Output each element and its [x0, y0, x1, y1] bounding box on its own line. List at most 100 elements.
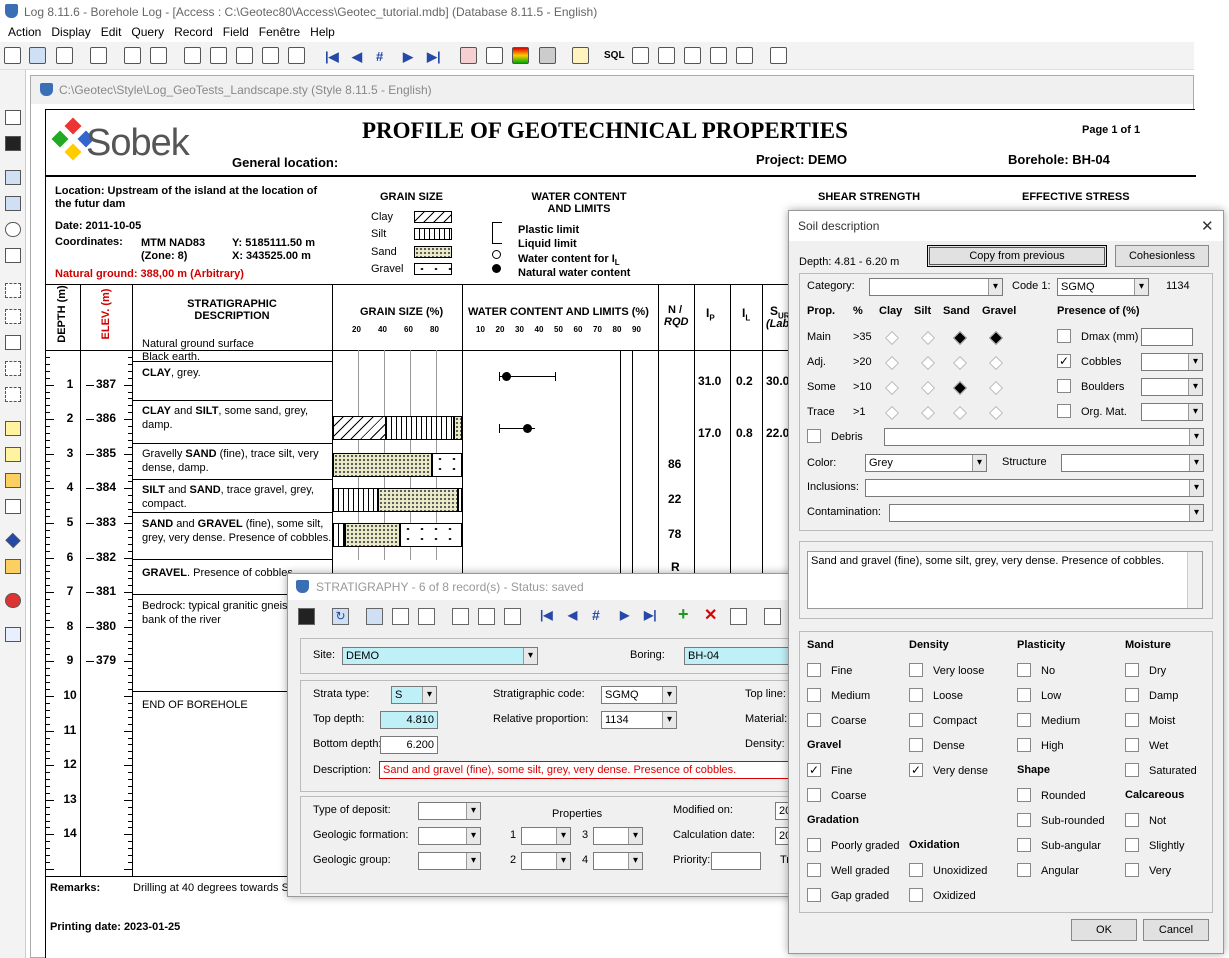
graph-icon[interactable] [486, 47, 503, 64]
diamond-icon[interactable] [5, 532, 21, 549]
soil-summary-text[interactable]: Sand and gravel (fine), some silt, grey,… [807, 551, 1203, 609]
text-box-icon[interactable] [5, 473, 21, 488]
strat-grid-view-icon[interactable] [392, 608, 409, 625]
menu-fenetre[interactable]: Fenêtre [255, 22, 306, 42]
layers-icon[interactable] [658, 47, 675, 64]
prev-record-icon[interactable]: ◀ [352, 49, 362, 65]
color-scale-icon[interactable] [512, 47, 529, 64]
property-checkbox[interactable] [909, 713, 923, 727]
spellcheck-icon[interactable] [5, 627, 21, 642]
axis-icon[interactable] [5, 499, 21, 514]
property-checkbox[interactable] [1017, 813, 1031, 827]
code1-select[interactable]: SGMQ [1057, 278, 1149, 296]
property-checkbox[interactable] [1125, 738, 1139, 752]
save-icon[interactable] [5, 136, 21, 151]
chart-icon[interactable] [124, 47, 141, 64]
select-icon[interactable] [5, 283, 21, 298]
open-icon[interactable] [4, 47, 21, 64]
category-select[interactable] [869, 278, 1003, 296]
property-checkbox[interactable] [807, 788, 821, 802]
strat-db-icon[interactable] [452, 608, 469, 625]
property-checkbox[interactable] [1125, 688, 1139, 702]
property-checkbox[interactable] [1017, 863, 1031, 877]
zoom-icon[interactable] [5, 222, 21, 237]
resize-icon[interactable] [5, 361, 21, 376]
property-checkbox[interactable] [909, 738, 923, 752]
priority-field[interactable] [711, 852, 761, 870]
deposit-select[interactable] [418, 802, 481, 820]
last-record-icon[interactable]: ▶| [427, 49, 441, 65]
align-icon[interactable] [5, 387, 21, 402]
property-checkbox[interactable] [807, 863, 821, 877]
grid-icon[interactable] [262, 47, 279, 64]
list-icon[interactable] [210, 47, 227, 64]
property-checkbox[interactable] [1017, 788, 1031, 802]
move-icon[interactable] [5, 335, 21, 350]
org-mat-select[interactable] [1141, 403, 1203, 421]
property-checkbox[interactable] [1125, 813, 1139, 827]
property-checkbox[interactable]: ✓ [807, 763, 821, 777]
g-icon[interactable] [236, 47, 253, 64]
pan-icon[interactable] [5, 248, 21, 263]
contamination-select[interactable] [889, 504, 1204, 522]
property-checkbox[interactable] [1017, 688, 1031, 702]
structure-select[interactable] [1061, 454, 1204, 472]
property-checkbox[interactable] [807, 838, 821, 852]
db-export-icon[interactable] [710, 47, 727, 64]
property-checkbox[interactable] [807, 688, 821, 702]
cylinder-icon[interactable] [539, 47, 556, 64]
menu-record[interactable]: Record [170, 22, 219, 42]
property-checkbox[interactable] [909, 663, 923, 677]
site-select[interactable]: DEMO [342, 647, 538, 665]
debris-select[interactable] [884, 428, 1204, 446]
boulders-select[interactable] [1141, 378, 1203, 396]
strat-list-view-icon[interactable] [418, 608, 435, 625]
strat-refresh-icon[interactable]: ↻ [332, 608, 349, 625]
sql-button[interactable]: SQL [604, 50, 625, 61]
strat-prev-icon[interactable]: ◀ [568, 608, 577, 622]
property-checkbox[interactable] [909, 888, 923, 902]
strat-db-copy-icon[interactable] [478, 608, 495, 625]
relative-proportion-select[interactable]: 1134 [601, 711, 677, 729]
dmax-field[interactable] [1141, 328, 1193, 346]
description-field[interactable]: Sand and gravel (fine), some silt, grey,… [379, 761, 794, 779]
strat-delete-icon[interactable]: ✕ [704, 605, 717, 625]
property-checkbox[interactable] [1125, 863, 1139, 877]
form-icon[interactable] [184, 47, 201, 64]
top-depth-field[interactable]: 4.810 [380, 711, 438, 729]
heart-icon[interactable] [5, 593, 21, 608]
group-select[interactable] [418, 852, 481, 870]
exit-icon[interactable] [770, 47, 787, 64]
property-checkbox[interactable] [1017, 838, 1031, 852]
inclusions-select[interactable] [865, 479, 1204, 497]
color-select[interactable]: Grey [865, 454, 987, 472]
boulders-checkbox[interactable] [1057, 379, 1071, 393]
cohesionless-button[interactable]: Cohesionless [1115, 245, 1209, 267]
strat-cube-icon[interactable] [764, 608, 781, 625]
open-folder-icon[interactable] [5, 110, 21, 125]
menu-help[interactable]: Help [306, 22, 341, 42]
property-checkbox[interactable] [909, 863, 923, 877]
report-icon[interactable] [572, 47, 589, 64]
boring-field[interactable]: BH-04 [684, 647, 794, 665]
property-checkbox[interactable] [1125, 763, 1139, 777]
strat-next-icon[interactable]: ▶ [620, 608, 629, 622]
strat-save-icon[interactable] [298, 608, 315, 625]
property-checkbox[interactable]: ✓ [909, 763, 923, 777]
ok-button[interactable]: OK [1071, 919, 1137, 941]
database-icon[interactable] [29, 47, 46, 64]
bottom-depth-field[interactable]: 6.200 [380, 736, 438, 754]
strat-form-view-icon[interactable] [366, 608, 383, 625]
page-icon[interactable] [5, 447, 21, 462]
hatch-icon[interactable] [460, 47, 477, 64]
table-grid-icon[interactable] [5, 559, 21, 574]
close-icon[interactable]: ✕ [1201, 217, 1214, 235]
menu-field[interactable]: Field [219, 22, 255, 42]
strat-goto-icon[interactable]: # [592, 607, 600, 623]
org-mat-checkbox[interactable] [1057, 404, 1071, 418]
prop-4-select[interactable] [593, 852, 643, 870]
formation-select[interactable] [418, 827, 481, 845]
prop-2-select[interactable] [521, 852, 571, 870]
property-checkbox[interactable] [1125, 838, 1139, 852]
strata-type-select[interactable]: S [391, 686, 437, 704]
